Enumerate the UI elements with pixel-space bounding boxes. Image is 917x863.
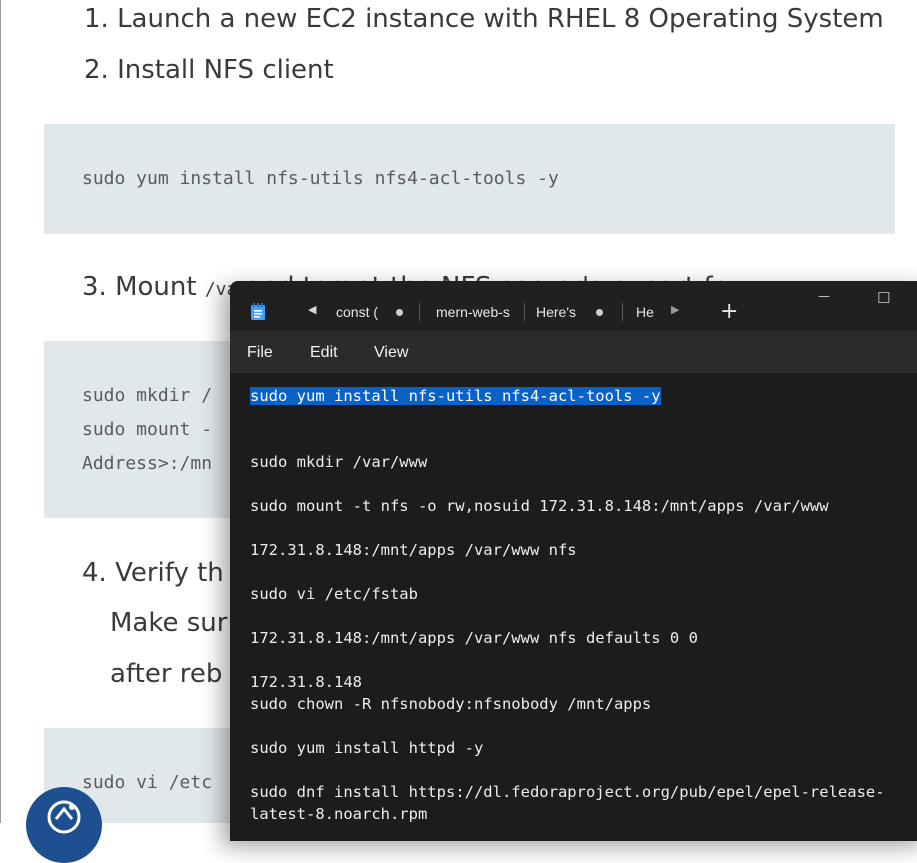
notepad-icon (251, 303, 265, 320)
editor-line[interactable]: latest-8.noarch.rpm (250, 805, 427, 823)
editor-line[interactable]: 172.31.8.148:/mnt/apps /var/www nfs defa… (250, 629, 698, 647)
step-4-line-2: Make sur (110, 608, 228, 638)
tab-unsaved-dot-icon (396, 309, 403, 316)
tab-scroll-left-icon[interactable]: ◀ (308, 303, 316, 316)
tab-separator (524, 303, 525, 321)
notepad-window: ◀ const ( mern-web-s Here's He ▶ + — ☐ F… (230, 281, 917, 841)
tab-separator (419, 303, 420, 321)
code-line: Address>:/mn (82, 453, 213, 474)
editor-line[interactable]: sudo yum install httpd -y (250, 739, 483, 757)
code-block-install: sudo yum install nfs-utils nfs4-acl-tool… (44, 124, 895, 234)
tab-heres[interactable]: Here's (536, 304, 586, 320)
tab-unsaved-dot-icon (596, 309, 603, 316)
menu-file[interactable]: File (247, 344, 273, 362)
tab-scroll-right-icon[interactable]: ▶ (671, 303, 679, 316)
editor-line-selected[interactable]: sudo yum install nfs-utils nfs4-acl-tool… (250, 387, 661, 405)
maximize-button[interactable]: ☐ (877, 289, 890, 307)
text-editor-area[interactable]: sudo yum install nfs-utils nfs4-acl-tool… (230, 373, 917, 841)
menu-view[interactable]: View (374, 344, 408, 362)
tab-separator (622, 303, 623, 321)
editor-line[interactable]: sudo mkdir /var/www (250, 453, 427, 471)
editor-line[interactable]: sudo dnf install https://dl.fedoraprojec… (250, 783, 885, 801)
menu-edit[interactable]: Edit (310, 344, 338, 362)
new-tab-button[interactable]: + (720, 299, 738, 324)
step-3-prefix: 3. Mount (82, 272, 197, 302)
rocket-icon (47, 800, 81, 834)
code-line: sudo yum install nfs-utils nfs4-acl-tool… (82, 168, 559, 189)
floating-action-button[interactable] (26, 787, 102, 863)
step-4-line-3: after reb (110, 659, 223, 689)
step-1-text: 1. Launch a new EC2 instance with RHEL 8… (84, 4, 884, 34)
menu-bar: File Edit View (230, 331, 917, 373)
tab-mern-web[interactable]: mern-web-s (436, 304, 520, 320)
code-line: sudo vi /etc (82, 772, 213, 793)
editor-line[interactable]: sudo chown -R nfsnobody:nfsnobody /mnt/a… (250, 695, 651, 713)
minimize-button[interactable]: — (818, 289, 830, 303)
editor-line[interactable]: 172.31.8.148:/mnt/apps /var/www nfs (250, 541, 577, 559)
step-2-text: 2. Install NFS client (84, 55, 334, 85)
page-left-border (0, 0, 1, 823)
editor-line[interactable]: 172.31.8.148 (250, 673, 362, 691)
code-line: sudo mkdir / (82, 385, 213, 406)
tab-const[interactable]: const ( (336, 304, 381, 320)
step-4-line-1: 4. Verify th (82, 558, 224, 588)
tab-he[interactable]: He (636, 304, 658, 320)
code-line: sudo mount - (82, 419, 213, 440)
editor-line[interactable]: sudo mount -t nfs -o rw,nosuid 172.31.8.… (250, 497, 829, 515)
editor-line[interactable]: sudo vi /etc/fstab (250, 585, 418, 603)
title-bar: ◀ const ( mern-web-s Here's He ▶ + — ☐ (230, 281, 917, 331)
